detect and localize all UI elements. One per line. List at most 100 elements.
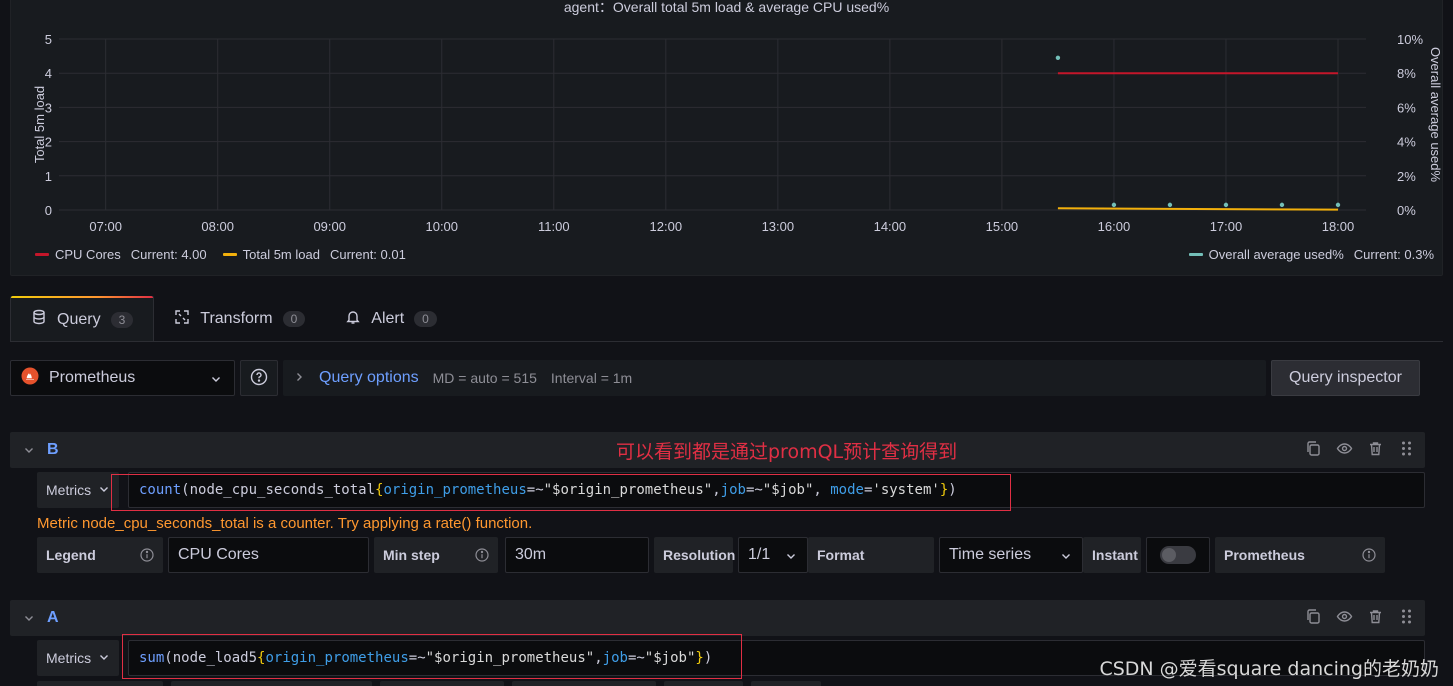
legend-series-name: Total 5m load	[242, 247, 320, 262]
legend-item-total-5m-load[interactable]: Total 5m load Current: 0.01	[222, 247, 406, 262]
prometheus-type-text: Prometheus	[1224, 547, 1305, 563]
legend-swatch	[222, 253, 237, 256]
tab-count-badge: 0	[414, 311, 437, 327]
tab-count-badge: 3	[110, 311, 134, 328]
trash-icon[interactable]	[1367, 440, 1384, 460]
y2-tick-label: 2%	[1397, 169, 1416, 184]
time-series-chart[interactable]: 0 0%1 2%2 4%3 6%4 8%5 10%07:00 08:00 09:00 10:00 1…	[11, 0, 1444, 240]
chevron-down-icon[interactable]	[23, 443, 37, 457]
tab-label: Query	[57, 310, 101, 328]
legend-item-overall-average-used[interactable]: Overall average used% Current: 0.3%	[1188, 247, 1434, 262]
legend-format-input[interactable]: CPU Cores	[168, 537, 369, 573]
transform-icon	[174, 309, 190, 330]
format-value: Time series	[949, 546, 1032, 563]
chevron-down-icon	[210, 372, 222, 390]
chevron-down-icon	[785, 549, 797, 567]
legend-current-value: Current: 4.00	[130, 247, 207, 262]
x-tick-label: 17:00	[1210, 219, 1243, 234]
min-step-input[interactable]: 30m	[505, 537, 649, 573]
database-icon	[31, 309, 47, 330]
instant-toggle[interactable]	[1146, 537, 1210, 573]
eye-icon[interactable]	[1336, 608, 1353, 628]
toggle-knob	[1162, 548, 1176, 562]
instant-label: Instant	[1083, 537, 1141, 573]
datasource-name: Prometheus	[49, 369, 136, 386]
x-tick-label: 14:00	[874, 219, 907, 234]
prometheus-icon	[21, 367, 39, 390]
min-step-label: Min step	[374, 537, 498, 573]
prometheus-type-label: Prometheus	[1215, 537, 1385, 573]
resolution-select[interactable]: 1/1	[738, 537, 808, 573]
series-line	[1057, 207, 1338, 211]
tab-label: Alert	[371, 310, 405, 327]
y2-tick-label: 4%	[1397, 135, 1416, 150]
series-point	[1111, 202, 1117, 208]
legend-swatch	[35, 253, 49, 256]
graph-panel: agent：Overall total 5m load & average CP…	[10, 0, 1443, 276]
counter-warning: Metric node_cpu_seconds_total is a count…	[37, 515, 533, 532]
y-tick-label: 4	[45, 66, 52, 81]
y2-tick-label: 6%	[1397, 100, 1416, 115]
x-tick-label: 09:00	[313, 219, 346, 234]
query-inspector-button[interactable]: Query inspector	[1271, 360, 1420, 396]
series-point	[1055, 55, 1061, 61]
red-highlight-box	[111, 474, 1011, 511]
query-header-bar: Prometheus Query options MD = auto = 515…	[10, 360, 1420, 396]
eye-icon[interactable]	[1336, 440, 1353, 460]
y2-tick-label: 8%	[1397, 66, 1416, 81]
legend-series-name: Overall average used%	[1208, 247, 1344, 262]
info-icon[interactable]	[475, 548, 489, 565]
chevron-down-icon[interactable]	[23, 611, 37, 625]
x-tick-label: 15:00	[986, 219, 1019, 234]
format-label: Format	[808, 537, 934, 573]
tab-alert[interactable]: Alert 0	[325, 296, 457, 342]
x-tick-label: 18:00	[1322, 219, 1355, 234]
series-point	[1335, 202, 1341, 208]
duplicate-icon[interactable]	[1305, 440, 1322, 460]
x-tick-label: 10:00	[425, 219, 458, 234]
metrics-browser-button[interactable]: Metrics	[37, 640, 119, 676]
tab-transform[interactable]: Transform 0	[154, 296, 325, 342]
info-icon[interactable]	[1362, 548, 1376, 565]
legend-current-value: Current: 0.01	[329, 247, 406, 262]
chevron-down-icon	[1060, 549, 1072, 567]
metrics-browser-button[interactable]: Metrics	[37, 472, 119, 508]
y-tick-label: 1	[45, 169, 52, 184]
query-ref-id[interactable]: B	[47, 441, 59, 459]
chevron-down-icon	[98, 650, 110, 666]
x-tick-label: 16:00	[1098, 219, 1131, 234]
drag-handle-icon[interactable]	[1398, 608, 1415, 628]
resolution-value: 1/1	[748, 546, 771, 563]
query-row-actions	[1305, 440, 1415, 460]
query-options-toggle[interactable]: Query options MD = auto = 515 Interval =…	[283, 360, 1266, 396]
help-button[interactable]	[240, 360, 278, 396]
info-icon[interactable]	[140, 548, 154, 565]
legend-item-cpu-cores[interactable]: CPU Cores Current: 4.00	[35, 247, 207, 262]
tab-label: Transform	[200, 310, 273, 327]
y2-tick-label: 0%	[1397, 203, 1416, 218]
duplicate-icon[interactable]	[1305, 608, 1322, 628]
x-tick-label: 12:00	[650, 219, 683, 234]
min-step-label-text: Min step	[383, 547, 440, 563]
series-point	[1167, 202, 1173, 208]
query-options-interval: Interval = 1m	[550, 370, 633, 386]
bell-icon	[345, 309, 361, 330]
query-ref-id[interactable]: A	[47, 609, 59, 627]
options-row-cutoff	[37, 681, 1425, 686]
tab-query[interactable]: Query 3	[10, 296, 155, 342]
tabs-divider	[10, 341, 1443, 342]
resolution-label: Resolution	[654, 537, 735, 573]
x-tick-label: 13:00	[762, 219, 795, 234]
trash-icon[interactable]	[1367, 608, 1384, 628]
tab-count-badge: 0	[282, 311, 306, 327]
y-tick-label: 0	[45, 203, 52, 218]
query-row-header[interactable]: A	[10, 600, 1425, 636]
red-highlight-box	[122, 634, 742, 679]
drag-handle-icon[interactable]	[1398, 440, 1415, 460]
metrics-label: Metrics	[46, 650, 92, 666]
query-options-row: Legend CPU Cores Min step 30m Resolution…	[37, 537, 1425, 573]
datasource-picker[interactable]: Prometheus	[10, 360, 235, 396]
y-tick-label: 5	[45, 32, 52, 47]
format-select[interactable]: Time series	[939, 537, 1083, 573]
legend-label: Legend	[37, 537, 163, 573]
